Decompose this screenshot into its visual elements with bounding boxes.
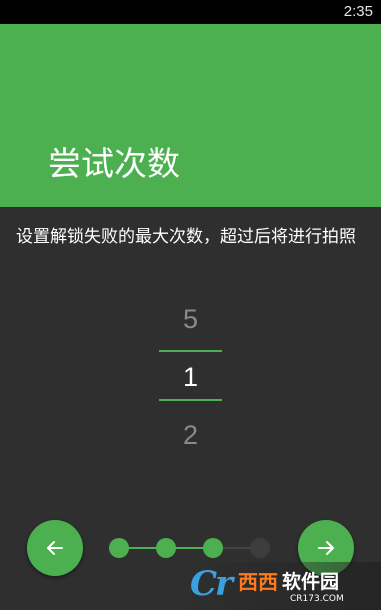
page-title: 尝试次数 [48,144,180,183]
step-dot-1 [109,538,129,558]
picker-selected-value[interactable]: 1 [0,361,381,393]
arrow-right-icon [316,538,336,558]
step-dot-3 [203,538,223,558]
watermark-brand: 西西 [238,570,278,594]
status-bar: 2:35 [0,0,381,24]
step-dot-4 [250,538,270,558]
arrow-left-icon [45,538,65,558]
step-dot-2 [156,538,176,558]
watermark-site-name: 软件园 [282,571,340,593]
watermark-logo-mark: Cr [190,564,233,604]
header: 尝试次数 [0,24,381,207]
picker-divider-top [159,350,222,352]
watermark-url: CR173.COM [290,594,344,604]
picker-previous-value[interactable]: 5 [0,303,381,335]
back-button[interactable] [27,520,83,576]
watermark-logo: Cr 西西 软件园 CR173.COM [182,562,381,610]
picker-divider-bottom [159,399,222,401]
step-progress-indicator [108,537,274,559]
picker-next-value[interactable]: 2 [0,419,381,451]
description-text: 设置解锁失败的最大次数，超过后将进行拍照 [16,227,356,247]
status-time: 2:35 [343,3,373,20]
number-picker[interactable]: 5 1 2 [0,295,381,465]
